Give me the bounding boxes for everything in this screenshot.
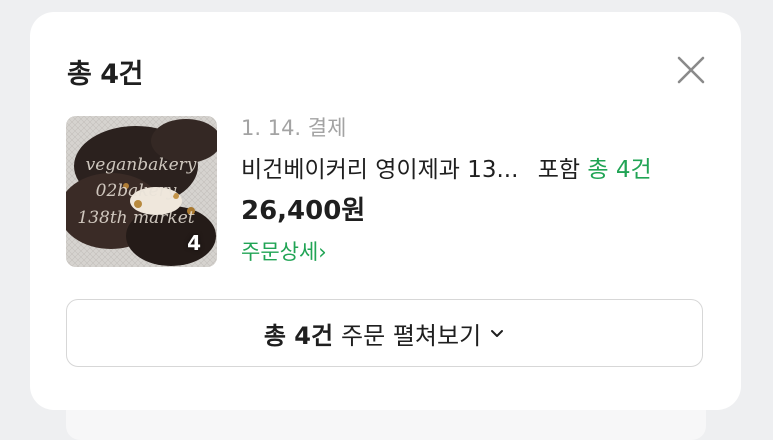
chevron-down-icon bbox=[489, 325, 505, 341]
close-button[interactable] bbox=[671, 50, 711, 90]
payment-date: 1. 14. 결제 bbox=[241, 116, 347, 140]
thumbnail-item-count: 4 bbox=[187, 231, 201, 255]
watermark-line-2: 02bakery bbox=[96, 181, 177, 201]
expand-label: 주문 펼쳐보기 bbox=[341, 321, 482, 350]
order-summary-sheet: 총 4건 veganbakery 02bakery 138th market 4… bbox=[30, 12, 741, 410]
watermark-line-1: veganbakery bbox=[86, 155, 197, 175]
product-thumbnail[interactable]: veganbakery 02bakery 138th market 4 bbox=[66, 116, 217, 267]
product-summary: 비건베이커리 영이제과 13... 포함 총 4건 bbox=[241, 150, 711, 184]
sheet-title: 총 4건 bbox=[67, 59, 143, 90]
product-total-count: 총 4건 bbox=[587, 157, 652, 183]
order-price: 26,400원 bbox=[241, 196, 366, 226]
chevron-right-icon: › bbox=[318, 240, 327, 264]
close-icon bbox=[671, 50, 711, 90]
order-detail-label: 주문상세 bbox=[241, 240, 319, 264]
product-suffix: 포함 bbox=[537, 157, 581, 183]
watermark-line-3: 138th market bbox=[77, 208, 194, 228]
expand-orders-button[interactable]: 총 4건 주문 펼쳐보기 bbox=[66, 299, 703, 367]
expand-count: 총 4건 bbox=[263, 321, 334, 350]
order-detail-link[interactable]: 주문상세› bbox=[241, 236, 327, 266]
product-name: 비건베이커리 영이제과 13... bbox=[241, 157, 519, 183]
